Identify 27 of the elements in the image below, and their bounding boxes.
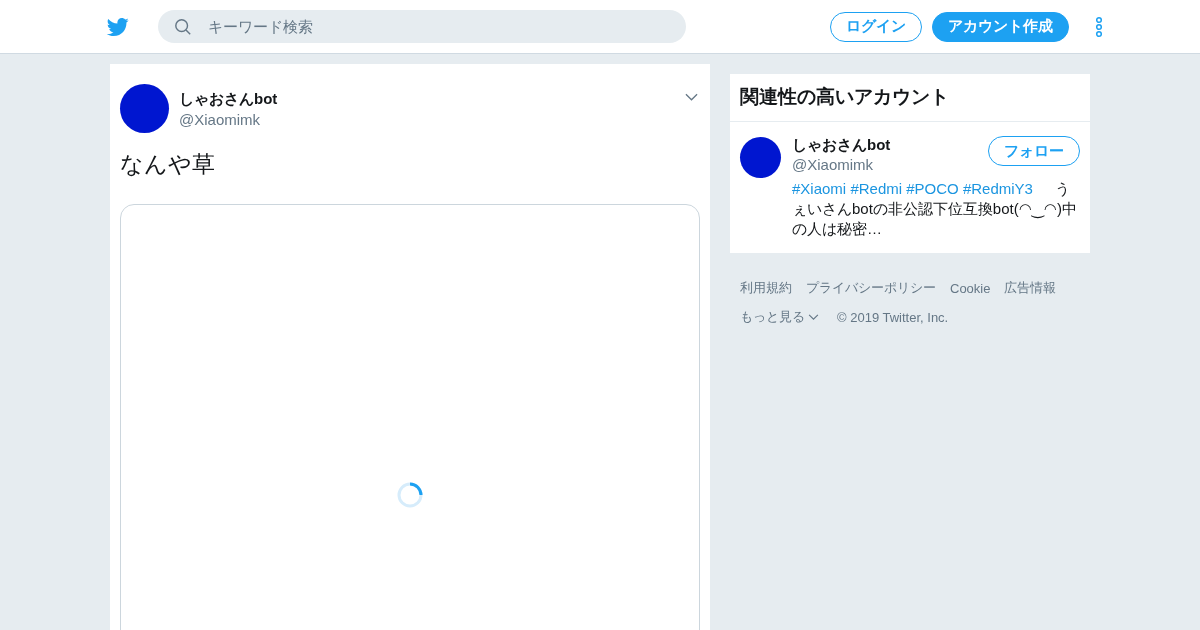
chevron-down-icon (808, 313, 819, 321)
search-field[interactable]: キーワード検索 (158, 10, 686, 43)
section-title: 関連性の高いアカウント (730, 74, 1090, 122)
hashtag-link[interactable]: #Xiaomi (792, 180, 847, 197)
footer-link[interactable]: 広告情報 (1004, 279, 1057, 297)
follow-button[interactable]: フォロー (988, 136, 1080, 166)
signup-button[interactable]: アカウント作成 (932, 11, 1069, 42)
footer-link[interactable]: Cookie (950, 279, 991, 297)
user-name[interactable]: しゃおさんbot (792, 136, 891, 155)
more-link[interactable]: もっと見る (740, 308, 819, 326)
hashtag-link[interactable]: #RedmiY3 (962, 180, 1033, 197)
tweet-text: なんや草 (120, 150, 216, 179)
user-name[interactable]: しゃおさんbot (179, 89, 278, 109)
user-handle[interactable]: @Xiaomimk (792, 156, 891, 173)
account-bio: #Xiaomi #Redmi #POCO #RedmiY3 うぇいさんbotの非公認下位互換bot(◠‿◠)中の人は秘密… (792, 179, 1078, 239)
hashtag-link[interactable]: #Redmi (850, 180, 903, 197)
chevron-down-icon[interactable] (685, 93, 698, 101)
more-icon[interactable] (1095, 15, 1103, 38)
bird-logo-icon[interactable] (105, 15, 131, 38)
footer-link[interactable]: プライバシーポリシー (806, 279, 936, 297)
avatar[interactable] (740, 137, 781, 178)
login-button[interactable]: ログイン (830, 11, 922, 42)
hashtag-link[interactable]: #POCO (906, 180, 959, 197)
copyright-text: © 2019 Twitter, Inc. (837, 308, 949, 326)
footer-link[interactable]: 利用規約 (740, 279, 792, 297)
avatar[interactable] (120, 84, 169, 133)
user-handle[interactable]: @Xiaomimk (179, 110, 278, 128)
